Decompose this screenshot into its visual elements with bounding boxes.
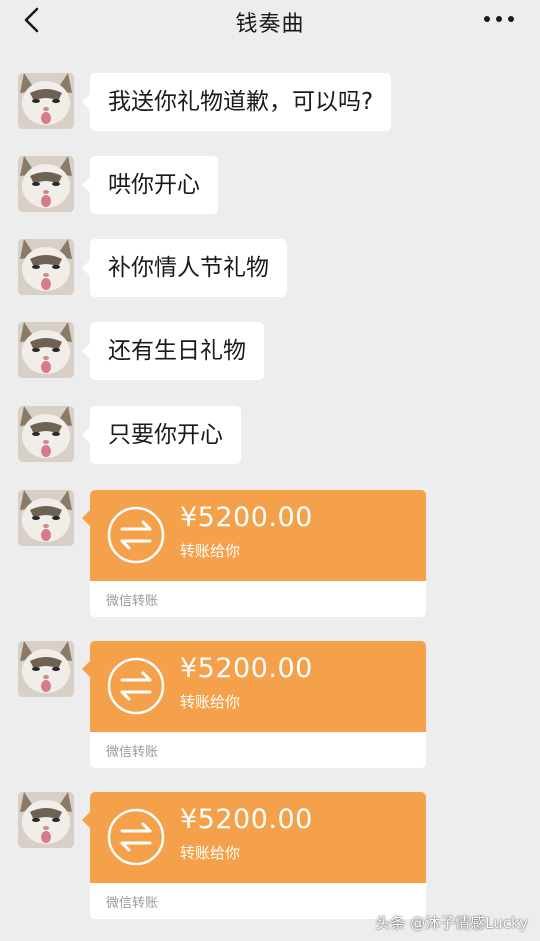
transfer-card-header: ¥5200.00 转账给你 bbox=[90, 641, 426, 732]
transfer-amount: ¥5200.00 bbox=[180, 804, 313, 835]
transfer-arrows-icon bbox=[107, 506, 165, 564]
avatar[interactable] bbox=[18, 792, 74, 848]
transfer-arrows-icon bbox=[107, 808, 165, 866]
message-bubble[interactable]: 补你情人节礼物 bbox=[82, 239, 287, 297]
message-bubble[interactable]: 还有生日礼物 bbox=[82, 322, 264, 380]
transfer-card[interactable]: ¥5200.00 转账给你 微信转账 bbox=[90, 641, 426, 768]
chat-header: 钱奏曲 bbox=[0, 0, 540, 44]
message-bubble[interactable]: 我送你礼物道歉，可以吗? bbox=[81, 73, 392, 131]
transfer-description: 转账给你 bbox=[180, 844, 241, 862]
avatar[interactable] bbox=[18, 73, 74, 129]
chat-title: 钱奏曲 bbox=[235, 12, 305, 37]
transfer-footer: 微信转账 bbox=[106, 896, 159, 911]
transfer-footer: 微信转账 bbox=[106, 594, 159, 609]
transfer-description: 转账给你 bbox=[180, 542, 241, 560]
transfer-card-header: ¥5200.00 转账给你 bbox=[90, 792, 426, 883]
transfer-card-header: ¥5200.00 转账给你 bbox=[90, 490, 426, 581]
transfer-amount: ¥5200.00 bbox=[180, 502, 313, 533]
avatar[interactable] bbox=[18, 156, 74, 212]
avatar[interactable] bbox=[18, 490, 74, 546]
transfer-arrows-icon bbox=[107, 657, 165, 715]
avatar[interactable] bbox=[18, 239, 74, 295]
message-bubble[interactable]: 哄你开心 bbox=[82, 156, 218, 214]
transfer-footer: 微信转账 bbox=[106, 745, 159, 760]
transfer-card[interactable]: ¥5200.00 转账给你 微信转账 bbox=[90, 792, 426, 919]
message-bubble[interactable]: 只要你开心 bbox=[82, 406, 241, 464]
avatar[interactable] bbox=[18, 322, 74, 378]
transfer-amount: ¥5200.00 bbox=[180, 653, 313, 684]
avatar[interactable] bbox=[18, 641, 74, 697]
transfer-card[interactable]: ¥5200.00 转账给你 微信转账 bbox=[90, 490, 426, 617]
more-dots-icon[interactable] bbox=[482, 8, 516, 30]
avatar[interactable] bbox=[18, 406, 74, 462]
transfer-description: 转账给你 bbox=[180, 693, 241, 711]
watermark: 头条 @沐子情感Lucky bbox=[375, 914, 528, 932]
